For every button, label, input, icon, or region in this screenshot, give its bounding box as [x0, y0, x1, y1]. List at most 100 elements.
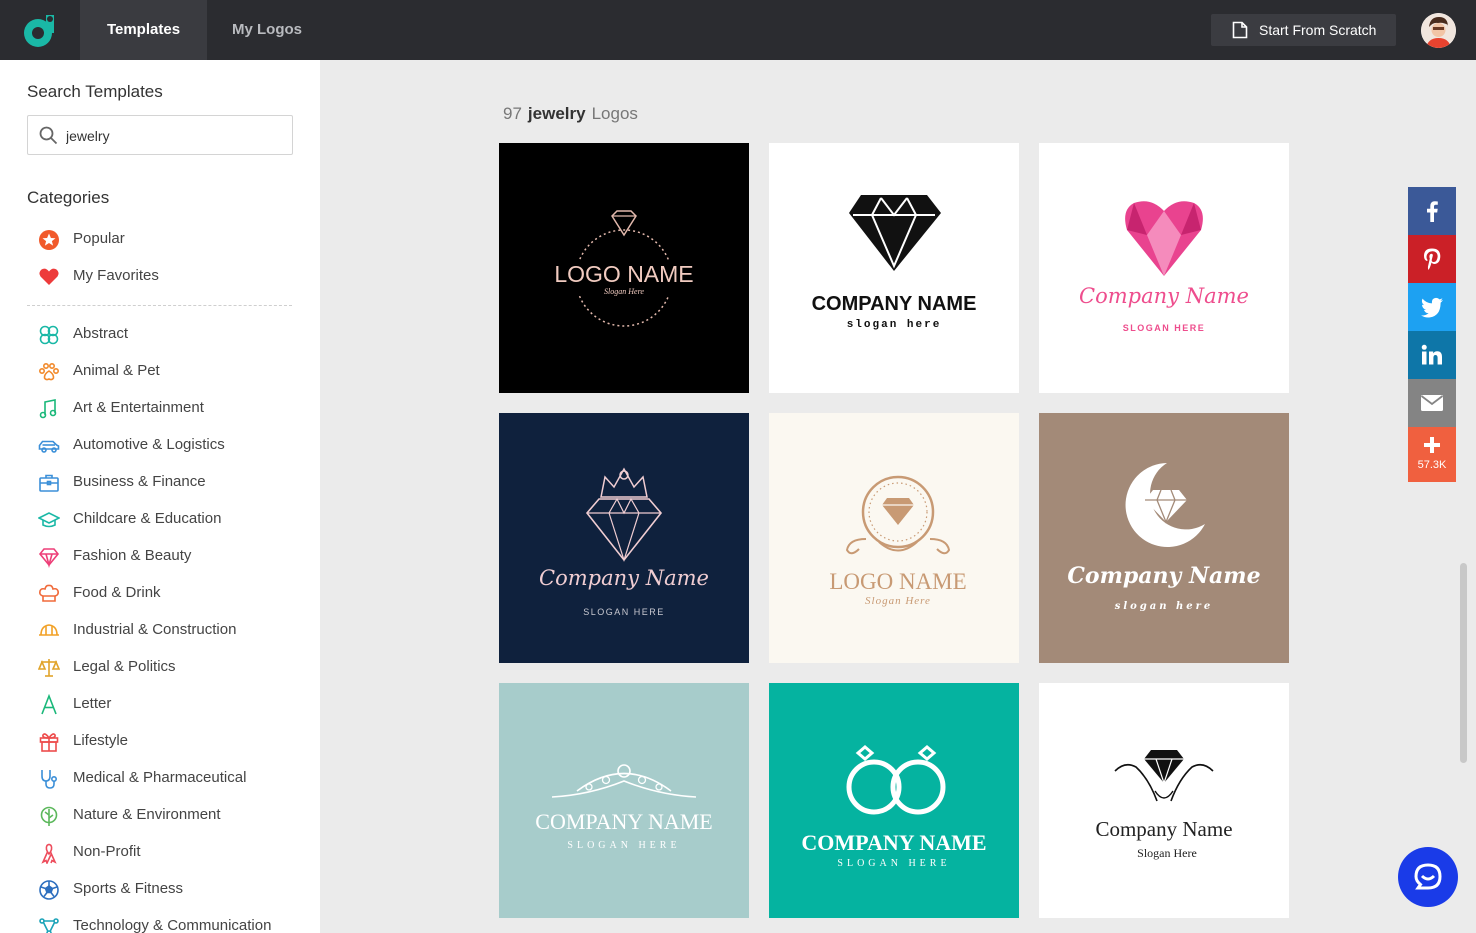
stethoscope-icon: [41, 770, 58, 789]
logo-slogan-text: Slogan Here: [604, 287, 644, 296]
graduation-cap-icon: [38, 512, 60, 528]
logo-slogan-text: SLOGAN HERE: [583, 607, 665, 617]
sidebar: Search Templates Categories Popular My F…: [0, 60, 320, 933]
category-lifestyle[interactable]: Lifestyle: [38, 729, 308, 753]
category-abstract[interactable]: Abstract: [38, 322, 308, 346]
scales-icon: [38, 659, 60, 677]
category-childcare-education[interactable]: Childcare & Education: [38, 507, 308, 531]
category-label: Abstract: [73, 325, 129, 342]
category-my-favorites[interactable]: My Favorites: [38, 264, 308, 288]
category-label: Animal & Pet: [73, 362, 160, 379]
category-popular[interactable]: Popular: [38, 227, 308, 251]
email-share-button[interactable]: [1408, 379, 1456, 427]
logo-name-text: Company Name: [1095, 817, 1232, 841]
abstract-icon: [39, 325, 59, 345]
logo-template-card[interactable]: Company Name slogan here: [1039, 413, 1289, 663]
category-animal-pet[interactable]: Animal & Pet: [38, 359, 308, 383]
tab-templates[interactable]: Templates: [80, 0, 207, 60]
tab-my-logos[interactable]: My Logos: [207, 0, 327, 60]
category-business-finance[interactable]: Business & Finance: [38, 470, 308, 494]
category-fashion-beauty[interactable]: Fashion & Beauty: [38, 544, 308, 568]
ornate-diamond-logo-art: Company Name Slogan Here: [1095, 750, 1233, 860]
category-sports-fitness[interactable]: Sports & Fitness: [38, 877, 308, 901]
category-label: Medical & Pharmaceutical: [73, 769, 247, 786]
logo-name-text: COMPANY NAME: [812, 293, 977, 315]
category-label: Nature & Environment: [73, 806, 221, 823]
category-industrial-construction[interactable]: Industrial & Construction: [38, 618, 308, 642]
twitter-share-button[interactable]: [1408, 283, 1456, 331]
linkedin-share-button[interactable]: [1408, 331, 1456, 379]
logo-name-text: Company Name: [1067, 563, 1260, 589]
tiara-logo-art: COMPANY NAME SLOGAN HERE: [535, 764, 713, 851]
brand-logo-icon[interactable]: [20, 11, 60, 51]
start-from-scratch-label: Start From Scratch: [1259, 22, 1377, 38]
briefcase-icon: [39, 474, 59, 492]
logo-template-card[interactable]: Company Name Slogan Here: [1039, 683, 1289, 918]
heart-icon: [39, 268, 59, 285]
category-medical-pharmaceutical[interactable]: Medical & Pharmaceutical: [38, 766, 308, 790]
logo-slogan-text: Slogan Here: [1137, 846, 1197, 860]
framed-diamond-logo-art: LOGO NAME Slogan Here: [829, 475, 967, 607]
leaf-icon: [40, 806, 58, 826]
document-icon: [1232, 21, 1248, 39]
category-label: Technology & Communication: [73, 917, 272, 933]
twitter-icon: [1421, 297, 1443, 318]
category-technology-communication[interactable]: Technology & Communication: [38, 914, 308, 933]
share-plus-icon: [1424, 437, 1440, 453]
category-label: Sports & Fitness: [73, 880, 184, 897]
search-templates-title: Search Templates: [27, 82, 163, 101]
category-label: Non-Profit: [73, 843, 141, 860]
category-label: Childcare & Education: [73, 510, 222, 527]
share-count: 57.3K: [1417, 459, 1447, 471]
crescent-diamond-logo-art: Company Name slogan here: [1067, 463, 1261, 612]
pink-gem-heart-logo-art: Company Name SLOGAN HERE: [1079, 201, 1249, 333]
ribbon-icon: [41, 843, 57, 864]
search-box[interactable]: [27, 115, 293, 155]
category-label: Lifestyle: [73, 732, 129, 749]
pinterest-icon: [1424, 248, 1441, 270]
logo-template-card[interactable]: Company Name SLOGAN HERE: [499, 413, 749, 663]
logo-slogan-text: slogan here: [1115, 601, 1214, 612]
logo-template-card[interactable]: Company Name SLOGAN HERE: [1039, 143, 1289, 393]
logo-slogan-text: Slogan Here: [865, 595, 931, 607]
category-label: Letter: [73, 695, 112, 712]
network-icon: [39, 918, 59, 933]
top-navigation-bar: Templates My Logos Start From Scratch: [0, 0, 1476, 60]
logo-slogan-text: SLOGAN HERE: [567, 840, 680, 851]
logo-template-card[interactable]: COMPANY NAME slogan here: [769, 143, 1019, 393]
results-count: 97: [503, 104, 522, 123]
category-label: Legal & Politics: [73, 658, 176, 675]
paw-icon: [38, 362, 60, 381]
category-label: Automotive & Logistics: [73, 436, 225, 453]
logo-name-text: LOGO NAME: [829, 569, 966, 594]
categories-title: Categories: [27, 188, 110, 207]
gift-icon: [39, 733, 59, 752]
start-from-scratch-button[interactable]: Start From Scratch: [1211, 14, 1396, 46]
facebook-share-button[interactable]: [1408, 187, 1456, 235]
category-art-entertainment[interactable]: Art & Entertainment: [38, 396, 308, 420]
hard-hat-icon: [39, 624, 59, 636]
category-food-drink[interactable]: Food & Drink: [38, 581, 308, 605]
chat-launcher-button[interactable]: [1398, 847, 1458, 907]
logo-template-card[interactable]: LOGO NAME Slogan Here: [769, 413, 1019, 663]
category-letter[interactable]: Letter: [38, 692, 308, 716]
pinterest-share-button[interactable]: [1408, 235, 1456, 283]
user-avatar[interactable]: [1421, 13, 1456, 48]
more-share-button[interactable]: 57.3K: [1408, 427, 1456, 482]
logo-template-card[interactable]: COMPANY NAME SLOGAN HERE: [499, 683, 749, 918]
page-scrollbar[interactable]: [1460, 563, 1467, 763]
diamond-icon: [38, 548, 60, 568]
category-label: Business & Finance: [73, 473, 206, 490]
category-legal-politics[interactable]: Legal & Politics: [38, 655, 308, 679]
category-automotive-logistics[interactable]: Automotive & Logistics: [38, 433, 308, 457]
black-diamond-logo-art: COMPANY NAME slogan here: [812, 195, 977, 331]
logo-template-card[interactable]: COMPANY NAME SLOGAN HERE: [769, 683, 1019, 918]
results-heading: 97 jewelry Logos: [503, 104, 638, 124]
category-label: Industrial & Construction: [73, 621, 237, 638]
search-input[interactable]: [66, 126, 276, 146]
category-non-profit[interactable]: Non-Profit: [38, 840, 308, 864]
facebook-icon: [1427, 201, 1438, 222]
logo-name-text: COMPANY NAME: [801, 830, 986, 855]
logo-template-card[interactable]: LOGO NAME Slogan Here: [499, 143, 749, 393]
category-nature-environment[interactable]: Nature & Environment: [38, 803, 308, 827]
